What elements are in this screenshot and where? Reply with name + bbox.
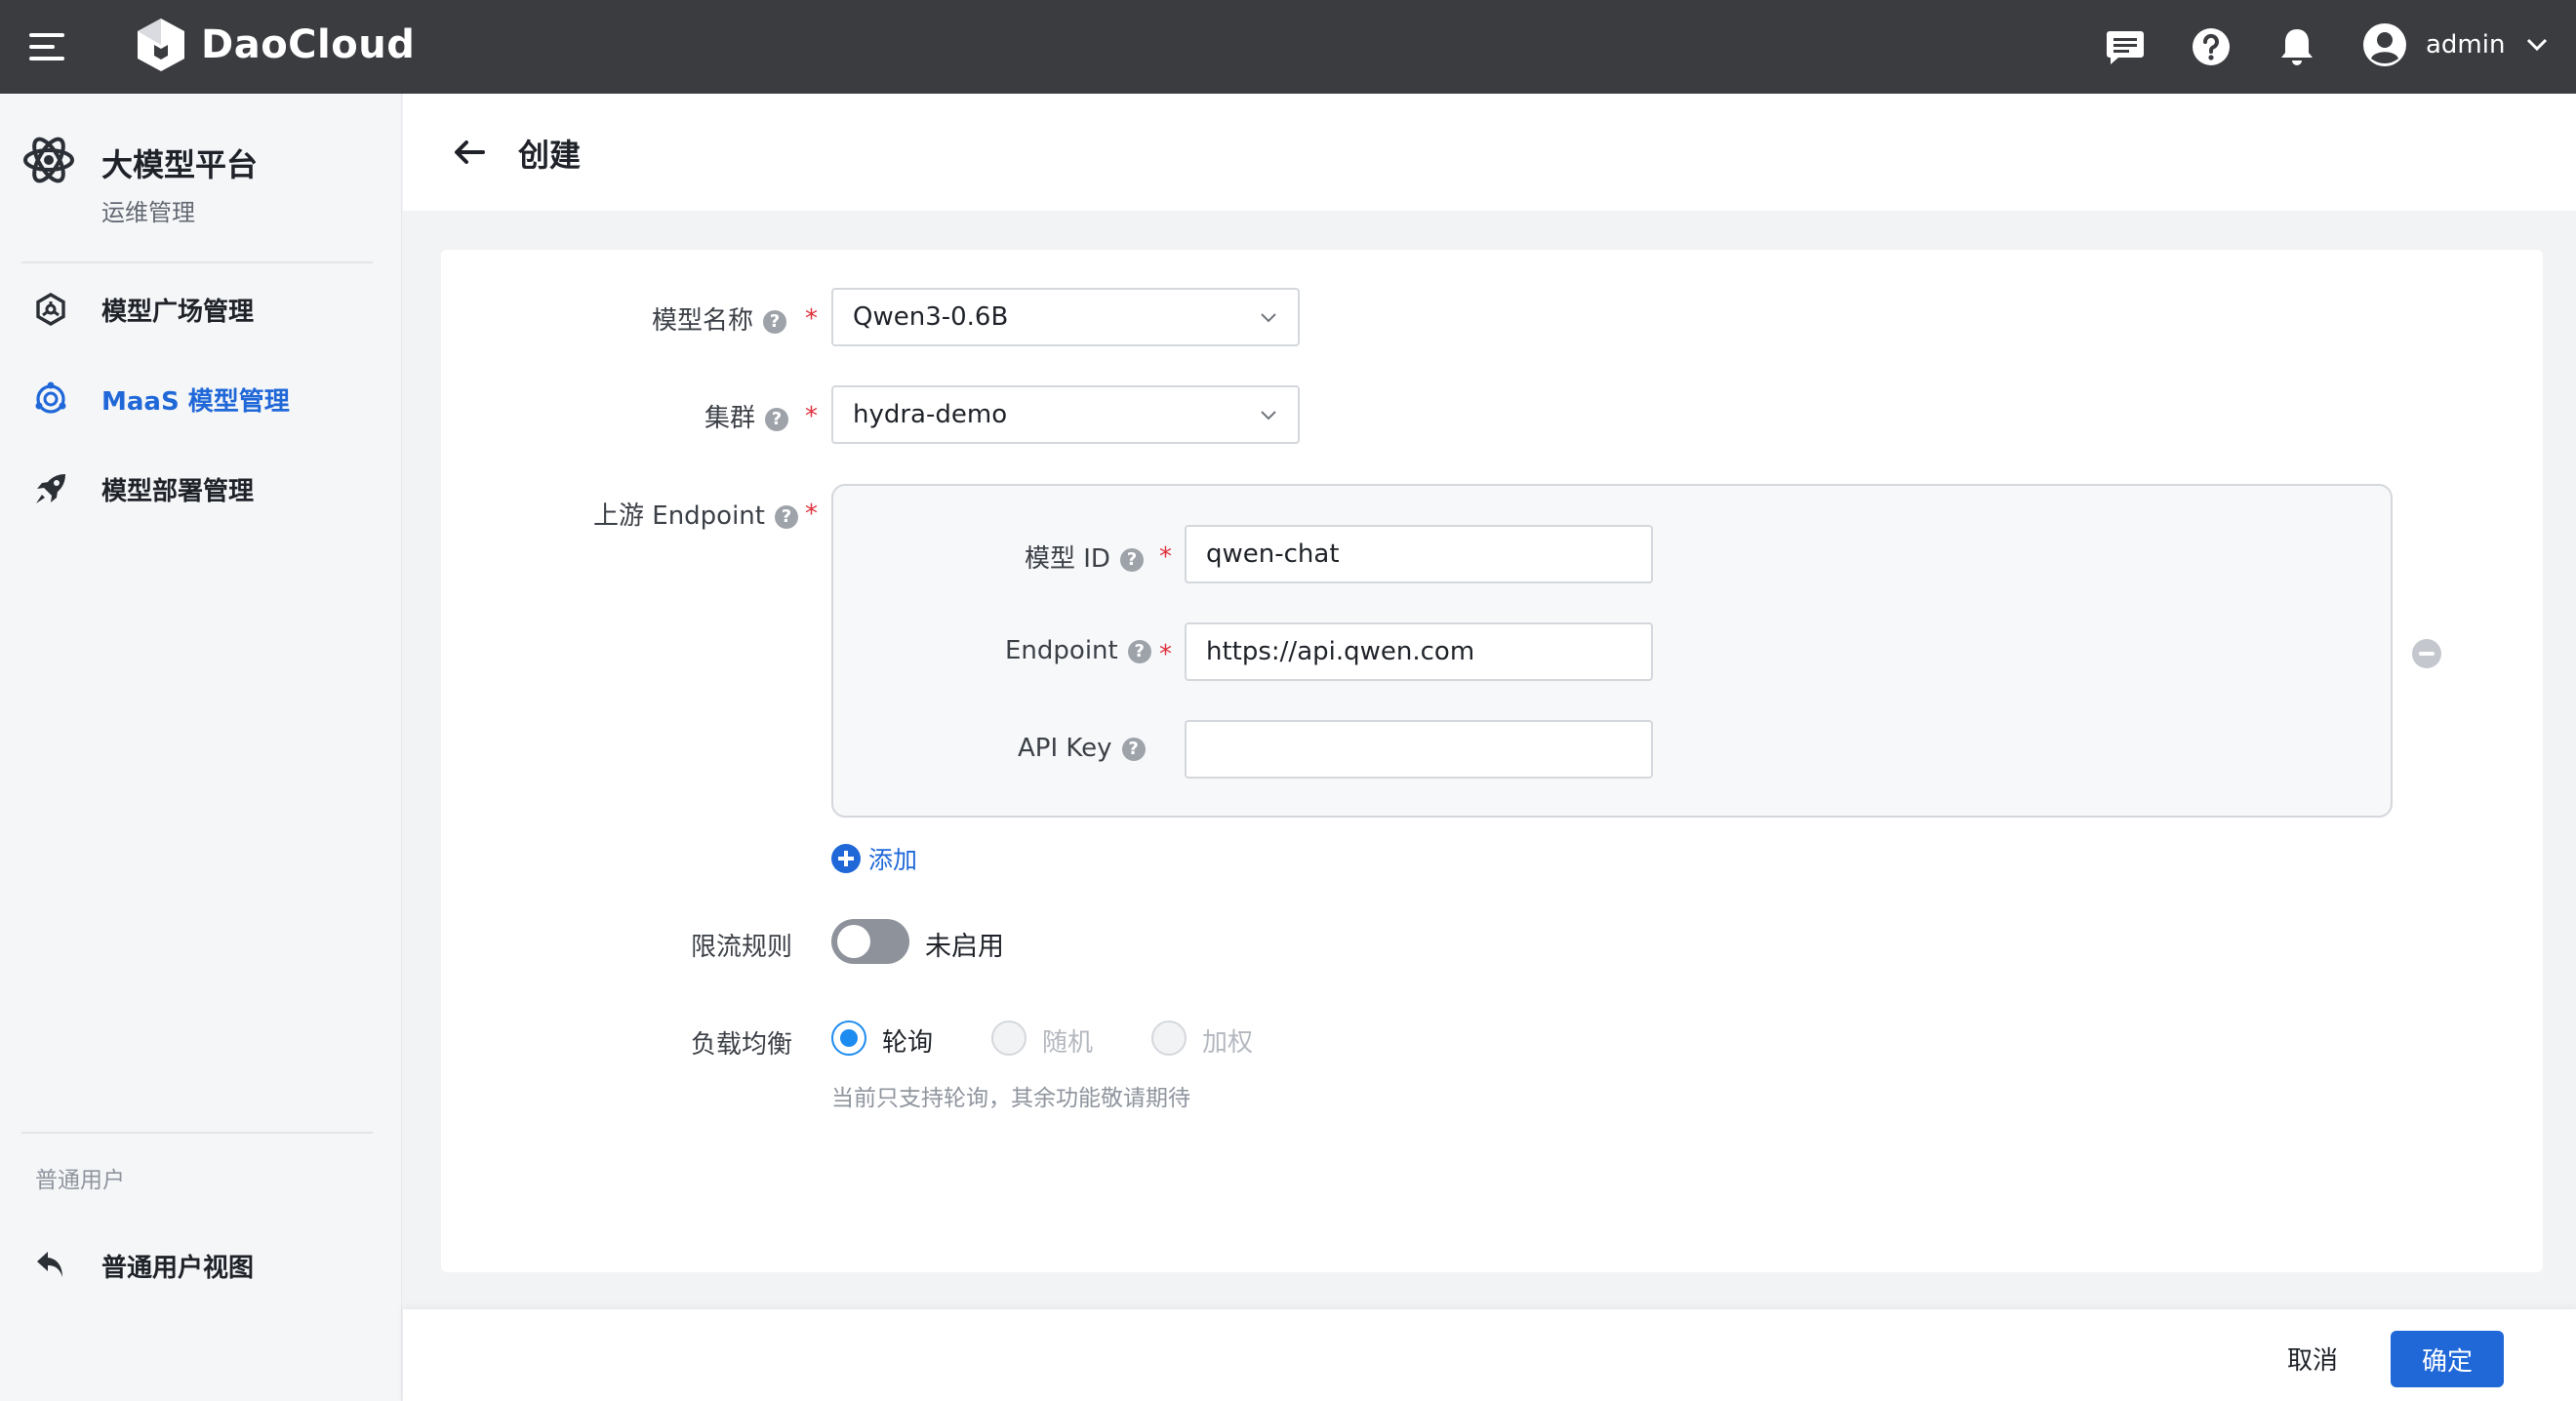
- required-mark: *: [805, 304, 818, 334]
- footer-bar: [403, 1309, 2576, 1401]
- rocket-icon: [31, 469, 70, 508]
- rate-limit-toggle[interactable]: [831, 919, 909, 964]
- plus-circle-icon: [831, 844, 861, 873]
- rate-limit-label: 限流规则: [691, 933, 793, 962]
- return-icon: [31, 1246, 70, 1285]
- top-bar: DaoCloud admin: [0, 0, 2576, 94]
- radio-weighted-label: 加权: [1202, 1028, 1254, 1058]
- required-mark: *: [1159, 640, 1172, 669]
- page-title: 创建: [518, 137, 582, 174]
- sidebar-item-model-plaza[interactable]: 模型广场管理: [0, 275, 402, 343]
- endpoint-input[interactable]: [1185, 622, 1653, 681]
- model-plaza-icon: [31, 290, 70, 329]
- help-icon[interactable]: [2188, 23, 2234, 70]
- model-name-value: Qwen3-0.6B: [853, 302, 1009, 332]
- sidebar-item-user-view[interactable]: 普通用户视图: [0, 1231, 402, 1300]
- add-endpoint-button[interactable]: 添加: [831, 841, 917, 876]
- endpoint-label: Endpoint?: [1005, 636, 1151, 665]
- sidebar-item-maas[interactable]: MaaS 模型管理: [0, 365, 402, 433]
- cluster-select[interactable]: hydra-demo: [831, 385, 1300, 444]
- model-name-label: 模型名称?: [652, 300, 787, 337]
- load-balance-hint: 当前只支持轮询，其余功能敬请期待: [831, 1086, 1190, 1111]
- help-icon[interactable]: ?: [774, 504, 798, 529]
- api-key-label: API Key?: [1018, 734, 1146, 763]
- platform-subtitle: 运维管理: [101, 199, 195, 226]
- help-icon[interactable]: ?: [1127, 639, 1151, 663]
- radio-random-label: 随机: [1042, 1028, 1094, 1058]
- platform-title: 大模型平台: [101, 146, 259, 183]
- maas-icon: [31, 380, 70, 419]
- required-mark: *: [805, 402, 818, 431]
- daocloud-logo[interactable]: DaoCloud: [133, 16, 415, 74]
- sidebar: 大模型平台 运维管理 模型广场管理 MaaS 模型管理 模型部署管理 普通用户 …: [0, 94, 402, 1401]
- sidebar-item-label: 模型广场管理: [101, 297, 255, 327]
- message-icon[interactable]: [2102, 23, 2149, 70]
- sidebar-section-label: 普通用户: [35, 1168, 125, 1193]
- model-id-input[interactable]: [1185, 525, 1653, 583]
- daocloud-logo-icon: [138, 19, 184, 71]
- help-icon[interactable]: ?: [1119, 547, 1144, 572]
- help-icon[interactable]: ?: [1121, 737, 1146, 761]
- toggle-knob: [837, 925, 870, 958]
- user-menu[interactable]: admin: [2361, 21, 2548, 68]
- required-mark: *: [805, 500, 818, 529]
- sidebar-item-label: 模型部署管理: [101, 476, 255, 506]
- help-icon[interactable]: ?: [765, 407, 789, 431]
- sidebar-divider: [21, 261, 373, 263]
- model-name-select[interactable]: Qwen3-0.6B: [831, 288, 1300, 346]
- remove-endpoint-icon[interactable]: [2412, 639, 2441, 668]
- api-key-input[interactable]: [1185, 720, 1653, 779]
- radio-weighted[interactable]: [1151, 1021, 1187, 1056]
- radio-round-robin[interactable]: [831, 1021, 866, 1056]
- radio-random[interactable]: [991, 1021, 1026, 1056]
- chevron-down-icon: [1261, 411, 1276, 420]
- required-mark: *: [1159, 542, 1172, 572]
- platform-logo: [21, 133, 76, 187]
- sidebar-item-label: MaaS 模型管理: [101, 386, 290, 417]
- page-header: 创建: [403, 94, 2576, 211]
- bell-icon[interactable]: [2274, 23, 2320, 70]
- model-id-label: 模型 ID?: [1025, 539, 1144, 575]
- radio-round-robin-label: 轮询: [882, 1028, 934, 1058]
- rate-limit-status: 未启用: [925, 932, 1004, 962]
- user-name: admin: [2426, 30, 2506, 60]
- chevron-down-icon: [2527, 38, 2548, 52]
- help-icon[interactable]: ?: [763, 309, 787, 334]
- platform-atom-icon: [23, 137, 74, 183]
- upstream-endpoint-label: 上游 Endpoint?: [593, 496, 798, 532]
- cluster-label: 集群?: [704, 398, 789, 434]
- load-balance-label: 负载均衡: [691, 1030, 793, 1060]
- cluster-value: hydra-demo: [853, 400, 1008, 429]
- sidebar-item-deploy[interactable]: 模型部署管理: [0, 455, 402, 523]
- chevron-down-icon: [1261, 313, 1276, 323]
- sidebar-item-label: 普通用户视图: [101, 1253, 255, 1283]
- brand-name: DaoCloud: [201, 22, 416, 67]
- confirm-button[interactable]: 确定: [2391, 1331, 2504, 1387]
- user-avatar-icon: [2363, 23, 2406, 66]
- sidebar-divider: [21, 1132, 373, 1134]
- back-arrow-icon[interactable]: [450, 133, 489, 172]
- add-endpoint-label: 添加: [868, 846, 918, 874]
- menu-icon[interactable]: [29, 29, 68, 64]
- cancel-button[interactable]: 取消: [2264, 1331, 2361, 1385]
